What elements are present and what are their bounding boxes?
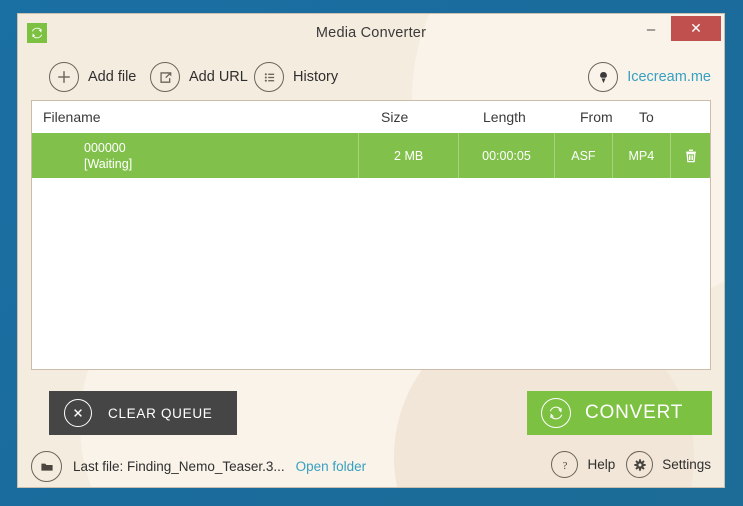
svg-text:?: ? (563, 460, 568, 471)
gear-icon (626, 451, 654, 478)
icecream-cone-icon (588, 62, 619, 92)
add-url-label: Add URL (189, 69, 248, 85)
delete-row-button[interactable] (671, 133, 710, 178)
settings-label: Settings (662, 457, 711, 472)
status-bar: Last file: Finding_Nemo_Teaser.3... Open… (18, 446, 724, 487)
window-title: Media Converter (315, 25, 427, 41)
cell-filename: 000000 [Waiting] (32, 133, 360, 178)
history-label: History (293, 69, 339, 85)
clear-queue-button[interactable]: CLEAR QUEUE (49, 391, 237, 435)
add-url-button[interactable]: Add URL (150, 62, 248, 92)
cell-to: MP4 (613, 133, 672, 178)
convert-label: CONVERT (585, 402, 684, 423)
plus-circle-icon (49, 62, 79, 92)
column-header-filename: Filename (43, 109, 101, 125)
clear-queue-label: CLEAR QUEUE (108, 405, 213, 421)
column-header-to: To (639, 109, 654, 125)
desktop-background: Media Converter – ✕ Add file Add URL His… (0, 0, 743, 506)
share-export-icon (150, 62, 180, 92)
trash-icon (683, 147, 699, 164)
table-row[interactable]: 000000 [Waiting] 2 MB 00:00:05 ASF MP4 (32, 133, 710, 178)
title-bar: Media Converter – ✕ (18, 14, 724, 54)
status-bar-left: Last file: Finding_Nemo_Teaser.3... Open… (31, 451, 366, 482)
cell-length: 00:00:05 (459, 133, 556, 178)
help-label: Help (587, 457, 616, 472)
file-queue-table: Filename Size Length From To 000000 [Wai… (31, 100, 711, 370)
x-circle-icon (64, 399, 92, 427)
table-header-row: Filename Size Length From To (32, 101, 710, 133)
file-name-text: 000000 (84, 140, 126, 155)
convert-button[interactable]: CONVERT (527, 391, 712, 435)
history-button[interactable]: History (254, 62, 338, 92)
last-file-label: Last file: Finding_Nemo_Teaser.3... (73, 459, 285, 474)
question-mark-icon: ? (551, 451, 579, 478)
minimize-button[interactable]: – (636, 16, 666, 42)
open-folder-link[interactable]: Open folder (296, 459, 367, 474)
icecream-brand-link[interactable]: Icecream.me (588, 62, 711, 92)
folder-icon (31, 451, 62, 482)
status-bar-right: ? Help Settings (551, 451, 711, 478)
toolbar: Add file Add URL History Icecream.me (18, 54, 724, 102)
column-header-from: From (580, 109, 613, 125)
column-header-size: Size (381, 109, 409, 125)
icecream-brand-label: Icecream.me (627, 69, 711, 85)
column-header-length: Length (483, 109, 526, 125)
file-status-text: [Waiting] (84, 156, 133, 171)
list-icon (254, 62, 284, 92)
cell-from: ASF (555, 133, 613, 178)
add-file-button[interactable]: Add file (49, 62, 136, 92)
settings-button[interactable]: Settings (626, 451, 711, 478)
close-button[interactable]: ✕ (671, 16, 721, 41)
add-file-label: Add file (88, 69, 137, 85)
cell-size: 2 MB (359, 133, 459, 178)
help-button[interactable]: ? Help (551, 451, 615, 478)
convert-sync-icon (541, 398, 571, 428)
media-converter-window: Media Converter – ✕ Add file Add URL His… (18, 14, 724, 487)
